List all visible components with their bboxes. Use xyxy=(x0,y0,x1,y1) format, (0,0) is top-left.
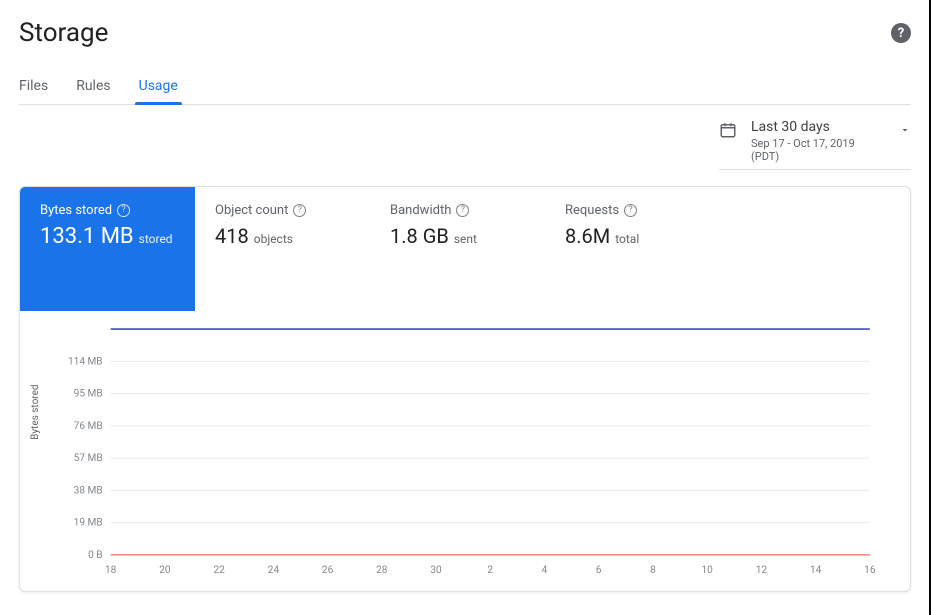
svg-text:0 B: 0 B xyxy=(88,550,102,561)
svg-text:24: 24 xyxy=(268,565,280,576)
metric-label: Requests xyxy=(565,203,619,218)
svg-text:12: 12 xyxy=(756,565,768,576)
question-icon[interactable]: ? xyxy=(117,204,130,217)
metric-value: 1.8 GB xyxy=(390,224,449,248)
metric-object-count[interactable]: Object count ? 418 objects xyxy=(195,187,370,311)
svg-text:14: 14 xyxy=(810,565,822,576)
metric-suffix: stored xyxy=(139,232,173,246)
svg-text:2: 2 xyxy=(487,565,493,576)
chart-ylabel: Bytes stored xyxy=(30,384,41,439)
chart-area: Bytes stored 0 B 19 MB 38 MB 57 MB 76 MB 95 M… xyxy=(20,311,910,591)
svg-text:16: 16 xyxy=(864,565,876,576)
svg-text:38 MB: 38 MB xyxy=(74,485,103,496)
date-range-label: Last 30 days xyxy=(751,119,885,135)
metric-value: 133.1 MB xyxy=(40,224,134,249)
bytes-stored-chart: 0 B19 MB38 MB57 MB76 MB95 MB114 MB182022… xyxy=(38,317,886,579)
svg-text:28: 28 xyxy=(376,565,388,576)
usage-card: Bytes stored ? 133.1 MB stored Object co… xyxy=(19,186,911,592)
metric-bytes-stored[interactable]: Bytes stored ? 133.1 MB stored xyxy=(20,187,195,311)
metric-label: Bandwidth xyxy=(390,203,451,218)
date-range-picker[interactable]: Last 30 days Sep 17 - Oct 17, 2019 (PDT) xyxy=(719,117,911,170)
metric-suffix: sent xyxy=(454,232,477,246)
svg-text:30: 30 xyxy=(430,565,442,576)
svg-text:20: 20 xyxy=(159,565,171,576)
question-icon[interactable]: ? xyxy=(624,204,637,217)
svg-text:95 MB: 95 MB xyxy=(74,389,103,400)
metrics-row: Bytes stored ? 133.1 MB stored Object co… xyxy=(20,187,910,311)
svg-text:19 MB: 19 MB xyxy=(74,518,103,529)
tab-files[interactable]: Files xyxy=(19,70,48,104)
metric-requests[interactable]: Requests ? 8.6M total xyxy=(545,187,720,311)
help-icon[interactable]: ? xyxy=(891,23,911,43)
tab-usage[interactable]: Usage xyxy=(139,70,178,104)
chevron-down-icon xyxy=(899,121,911,140)
metric-bandwidth[interactable]: Bandwidth ? 1.8 GB sent xyxy=(370,187,545,311)
metric-suffix: total xyxy=(615,232,639,246)
metric-label: Bytes stored xyxy=(40,203,112,218)
svg-text:76 MB: 76 MB xyxy=(74,421,103,432)
svg-text:6: 6 xyxy=(596,565,602,576)
metric-label: Object count xyxy=(215,203,288,218)
svg-text:114 MB: 114 MB xyxy=(68,356,103,367)
svg-text:26: 26 xyxy=(322,565,334,576)
svg-text:22: 22 xyxy=(213,565,225,576)
metric-value: 8.6M xyxy=(565,224,610,248)
tab-rules[interactable]: Rules xyxy=(76,70,110,104)
svg-text:4: 4 xyxy=(542,565,548,576)
page-title: Storage xyxy=(19,18,108,48)
svg-text:10: 10 xyxy=(702,565,714,576)
metric-suffix: objects xyxy=(254,232,293,246)
svg-text:8: 8 xyxy=(650,565,656,576)
metric-value: 418 xyxy=(215,224,249,248)
question-icon[interactable]: ? xyxy=(456,204,469,217)
question-icon[interactable]: ? xyxy=(293,204,306,217)
tabs: Files Rules Usage xyxy=(19,70,911,105)
calendar-icon xyxy=(719,121,737,143)
svg-text:57 MB: 57 MB xyxy=(74,453,103,464)
svg-text:18: 18 xyxy=(105,565,117,576)
date-range-sub: Sep 17 - Oct 17, 2019 (PDT) xyxy=(751,137,885,163)
